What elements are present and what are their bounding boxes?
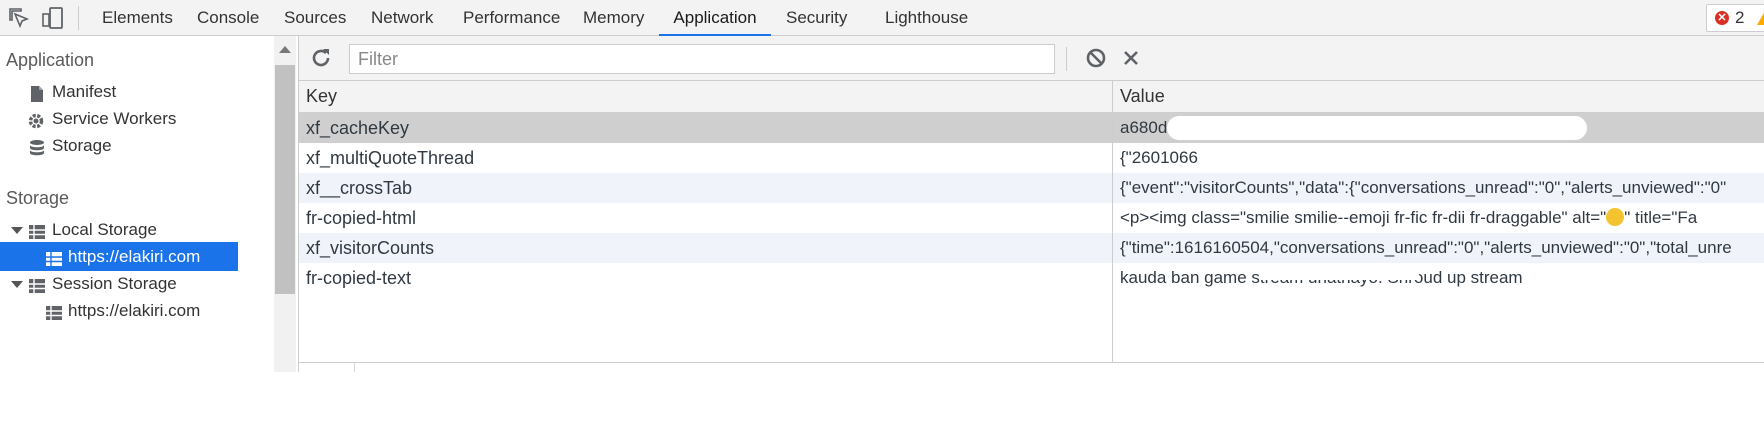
sidebar-item-storage[interactable]: Storage bbox=[0, 131, 274, 160]
tree-item-local-storage[interactable]: Local Storage bbox=[0, 215, 274, 244]
block-icon[interactable] bbox=[1084, 46, 1108, 70]
row-value: <p><img class="smilie smilie--emoji fr-f… bbox=[1120, 203, 1764, 233]
tab-application[interactable]: Application bbox=[659, 0, 771, 36]
application-sidebar: Application Manifest Service Workers Sto… bbox=[0, 36, 298, 372]
refresh-icon[interactable] bbox=[309, 46, 333, 70]
sidebar-item-label: Manifest bbox=[52, 82, 117, 101]
toolbar-divider bbox=[78, 6, 79, 30]
tab-security[interactable]: Security bbox=[786, 0, 847, 35]
row-key: fr-copied-html bbox=[306, 208, 417, 228]
tree-item-local-storage-origin[interactable]: https://elakiri.com bbox=[0, 242, 238, 271]
device-toolbar-icon[interactable] bbox=[41, 6, 65, 30]
value-text: <p><img class="smilie smilie--emoji fr-f… bbox=[1120, 208, 1607, 227]
value-text: " title="Fa bbox=[1624, 208, 1698, 227]
emoji-icon bbox=[1606, 208, 1625, 226]
gear-icon bbox=[27, 110, 45, 129]
table-icon bbox=[45, 248, 63, 266]
sidebar-item-manifest[interactable]: Manifest bbox=[0, 77, 274, 106]
tree-item-session-storage[interactable]: Session Storage bbox=[0, 269, 274, 298]
devtools-tab-bar: Elements Console Sources Network Perform… bbox=[0, 0, 1764, 36]
row-key: xf_visitorCounts bbox=[306, 238, 435, 258]
redaction-mark bbox=[1204, 147, 1764, 167]
table-row[interactable]: fr-copied-html <p><img class="smilie smi… bbox=[299, 203, 1764, 233]
tree-item-label: https://elakiri.com bbox=[68, 247, 201, 266]
table-header: Key Value bbox=[299, 81, 1764, 113]
table-row[interactable]: xf_multiQuoteThread {"2601066 bbox=[299, 143, 1764, 173]
storage-section-heading: Storage bbox=[6, 188, 70, 208]
toolbar-divider bbox=[1066, 47, 1067, 71]
sidebar-item-service-workers[interactable]: Service Workers bbox=[0, 104, 274, 133]
tree-item-label: Session Storage bbox=[52, 274, 177, 293]
column-divider[interactable] bbox=[1112, 81, 1113, 362]
row-key: xf__crossTab bbox=[306, 178, 413, 198]
table-icon bbox=[45, 302, 63, 320]
scroll-up-arrow-icon[interactable] bbox=[279, 46, 291, 53]
row-value: {"event":"visitorCounts","data":{"conver… bbox=[1120, 178, 1727, 197]
table-row[interactable]: xf_visitorCounts {"time":1616160504,"con… bbox=[299, 233, 1764, 263]
tree-item-session-storage-origin[interactable]: https://elakiri.com bbox=[0, 296, 274, 325]
sidebar-item-label: Service Workers bbox=[52, 109, 177, 128]
tree-item-label: Local Storage bbox=[52, 220, 157, 239]
table-icon bbox=[28, 275, 46, 293]
row-value: kauda ban game stream unathayo. Shroud u… bbox=[1120, 268, 1523, 287]
tab-performance[interactable]: Performance bbox=[463, 0, 560, 35]
tab-console[interactable]: Console bbox=[197, 0, 259, 35]
table-row[interactable]: xf__crossTab {"event":"visitorCounts","d… bbox=[299, 173, 1764, 203]
column-header-key[interactable]: Key bbox=[306, 81, 337, 112]
row-value: {"time":1616160504,"conversations_unread… bbox=[1120, 238, 1732, 257]
scrollbar-thumb[interactable] bbox=[275, 65, 295, 294]
issues-counter[interactable]: ✕ 2 bbox=[1706, 4, 1764, 32]
storage-toolbar bbox=[299, 36, 1764, 81]
expand-arrow-icon[interactable] bbox=[11, 281, 23, 288]
row-key: fr-copied-text bbox=[306, 268, 412, 288]
tab-network[interactable]: Network bbox=[371, 0, 433, 35]
filter-input[interactable] bbox=[349, 44, 1055, 74]
row-key: xf_cacheKey bbox=[306, 118, 410, 138]
table-icon bbox=[28, 221, 46, 239]
status-strip bbox=[299, 362, 355, 372]
table-row[interactable]: xf_cacheKey a680dc bbox=[299, 113, 1764, 143]
tab-elements[interactable]: Elements bbox=[102, 0, 173, 35]
expand-arrow-icon[interactable] bbox=[11, 227, 23, 234]
inspect-element-icon[interactable] bbox=[7, 6, 31, 30]
application-section-heading: Application bbox=[6, 50, 95, 70]
error-count: 2 bbox=[1735, 8, 1745, 27]
redaction-mark bbox=[1167, 116, 1587, 140]
tab-memory[interactable]: Memory bbox=[583, 0, 644, 35]
database-icon bbox=[28, 137, 46, 156]
sidebar-scrollbar[interactable] bbox=[274, 36, 296, 372]
file-icon bbox=[28, 83, 46, 102]
column-header-value[interactable]: Value bbox=[1120, 81, 1165, 112]
key-value-table: Key Value xf_cacheKey a680dc xf_multiQuo… bbox=[299, 81, 1764, 363]
row-key: xf_multiQuoteThread bbox=[306, 148, 475, 168]
tab-sources[interactable]: Sources bbox=[284, 0, 346, 35]
tab-lighthouse[interactable]: Lighthouse bbox=[885, 0, 968, 35]
error-icon: ✕ bbox=[1715, 11, 1729, 25]
close-icon[interactable] bbox=[1119, 46, 1143, 70]
table-row[interactable]: fr-copied-text kauda ban game stream una… bbox=[299, 263, 1764, 293]
redaction-mark bbox=[1259, 266, 1419, 280]
sidebar-item-label: Storage bbox=[52, 136, 112, 155]
warning-icon bbox=[1757, 11, 1764, 25]
storage-view: Key Value xf_cacheKey a680dc xf_multiQuo… bbox=[299, 36, 1764, 372]
tree-item-label: https://elakiri.com bbox=[68, 301, 201, 320]
